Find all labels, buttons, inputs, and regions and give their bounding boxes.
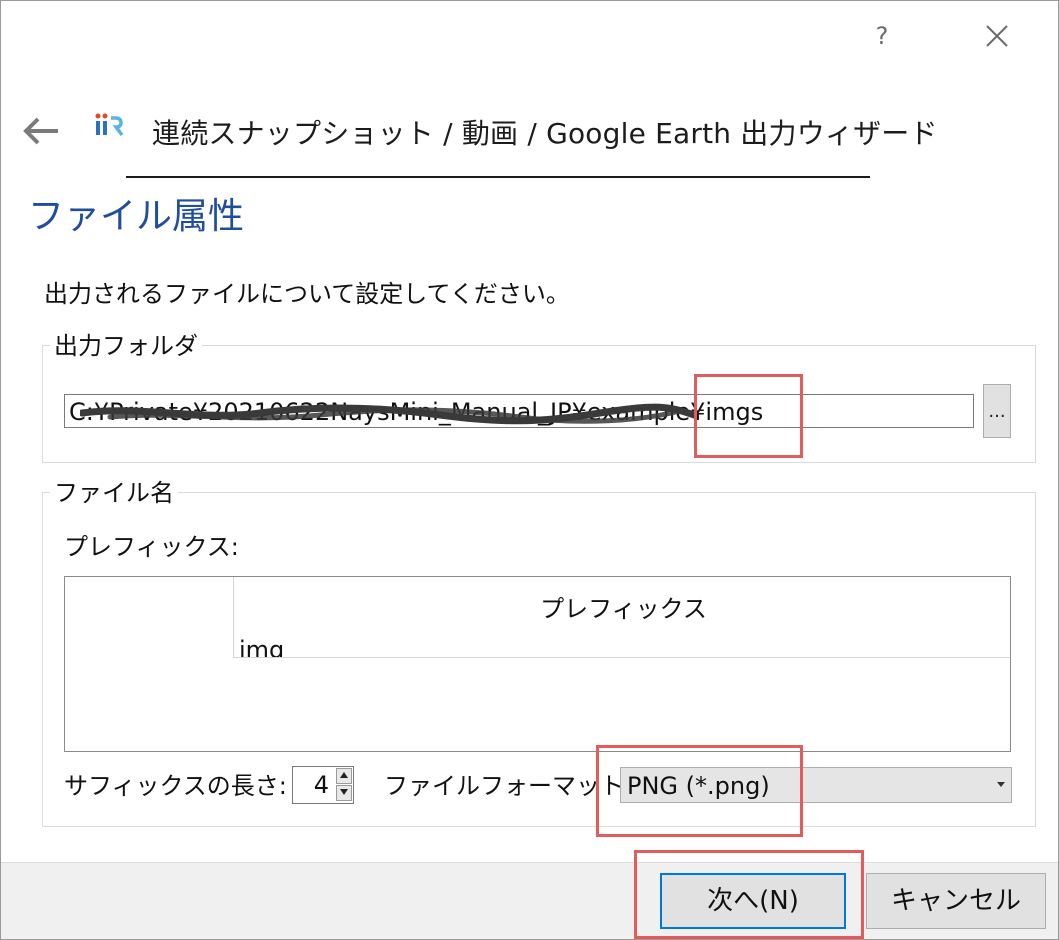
table-corner-cell — [65, 577, 233, 657]
spin-up-button[interactable] — [336, 768, 352, 784]
file-format-label: ファイルフォーマット: — [384, 772, 633, 800]
browse-button[interactable]: ... — [983, 384, 1011, 438]
prefix-column-header-label: プレフィックス — [540, 595, 707, 623]
redaction-scribble — [80, 403, 696, 425]
back-arrow-icon — [23, 117, 58, 145]
suffix-length-spinbox[interactable]: 4 — [292, 766, 354, 804]
app-logo — [90, 110, 126, 146]
spin-up-icon — [340, 772, 348, 778]
suffix-length-value[interactable]: 4 — [293, 767, 333, 803]
suffix-length-label: サフィックスの長さ: — [64, 772, 287, 800]
wizard-title: 連続スナップショット / 動画 / Google Earth 出力ウィザード — [152, 117, 938, 150]
close-button[interactable] — [975, 16, 1019, 56]
close-icon — [986, 25, 1008, 47]
file-format-value: PNG (*.png) — [627, 772, 770, 800]
back-button[interactable] — [22, 113, 62, 149]
output-folder-group-label: 出力フォルダ — [50, 330, 202, 362]
help-button[interactable]: ? — [862, 18, 902, 54]
page-instruction: 出力されるファイルについて設定してください。 — [44, 280, 570, 308]
prefix-label: プレフィックス: — [64, 533, 239, 561]
prefix-cell[interactable]: img — [239, 635, 284, 657]
prefix-column-header[interactable]: プレフィックス — [233, 577, 1010, 657]
next-button[interactable]: 次へ(N) — [660, 873, 846, 929]
title-divider — [126, 176, 870, 178]
spin-down-button[interactable] — [336, 785, 352, 801]
file-name-group-label: ファイル名 — [50, 477, 178, 509]
page-title: ファイル属性 — [28, 196, 245, 237]
dropdown-arrow-icon — [997, 782, 1005, 787]
file-format-select[interactable]: PNG (*.png) — [620, 767, 1012, 803]
spin-down-icon — [340, 789, 348, 795]
cancel-button[interactable]: キャンセル — [866, 873, 1046, 929]
prefix-table[interactable]: プレフィックス img — [64, 576, 1011, 752]
header-divider — [233, 657, 1010, 658]
